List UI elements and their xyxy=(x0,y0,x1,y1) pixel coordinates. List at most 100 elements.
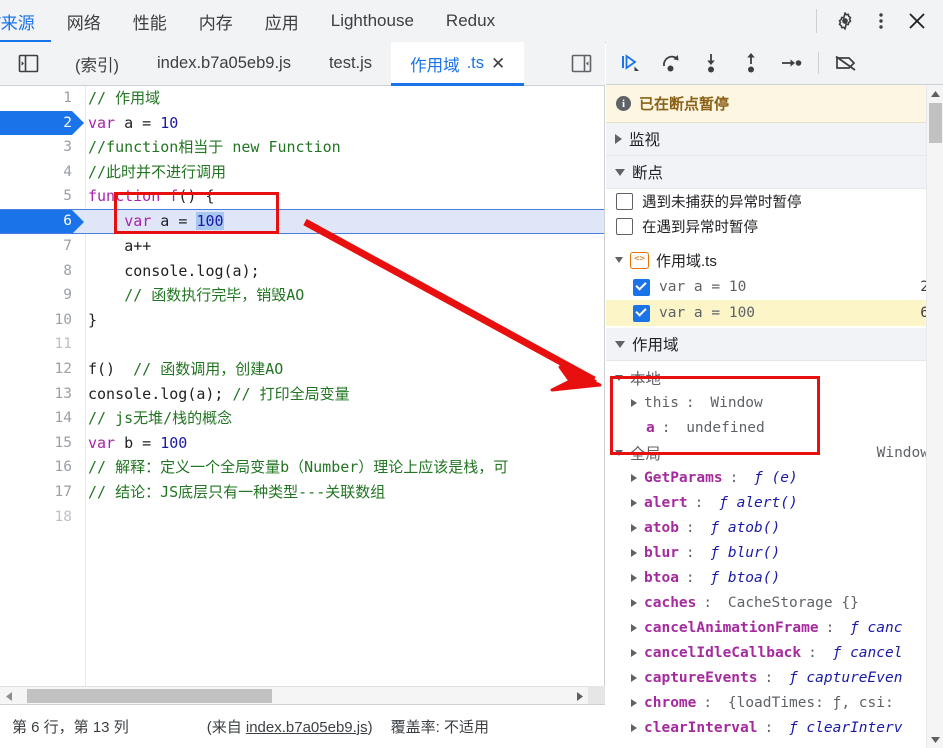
code-line[interactable]: 16 // 解释：定义一个全局变量b（Number）理论上应该是栈，可 xyxy=(0,455,604,480)
line-number[interactable]: 17 xyxy=(0,480,72,505)
global-property-row[interactable]: btoa: ƒ btoa() xyxy=(606,565,943,590)
panel-tab-sources[interactable]: /来源 xyxy=(0,0,51,43)
breakpoint-marker[interactable]: 6 xyxy=(0,209,84,234)
breakpoint-checkbox[interactable] xyxy=(633,304,650,322)
file-tab-testjs[interactable]: test.js xyxy=(310,42,391,85)
scope-entry-a[interactable]: a: undefined xyxy=(606,415,943,440)
line-number[interactable]: 11 xyxy=(0,332,72,357)
line-number[interactable]: 1 xyxy=(0,86,72,111)
global-property-row[interactable]: chrome: {loadTimes: ƒ, csi: xyxy=(606,690,943,715)
pause-exceptions-checkbox[interactable] xyxy=(616,218,633,235)
gear-icon[interactable] xyxy=(829,5,861,37)
panel-tab-redux[interactable]: Redux xyxy=(430,0,511,42)
line-number[interactable]: 4 xyxy=(0,160,72,185)
code-line[interactable]: 12 f() // 函数调用，创建AO xyxy=(0,357,604,382)
global-property-row[interactable]: caches: CacheStorage {} xyxy=(606,590,943,615)
code-line[interactable]: 6 var a = 100 xyxy=(0,208,604,234)
breakpoint-marker[interactable]: 2 xyxy=(0,110,84,136)
code-line[interactable]: 9 // 函数执行完毕，销毁AO xyxy=(0,283,604,308)
global-property-row[interactable]: GetParams: ƒ (e) xyxy=(606,465,943,490)
breakpoint-row[interactable]: var a = 10 2 xyxy=(606,274,943,300)
line-number[interactable]: 9 xyxy=(0,283,72,308)
code-line[interactable]: 8 console.log(a); xyxy=(0,259,604,284)
watch-section-header[interactable]: 监视 xyxy=(606,123,943,156)
property-key: clearInterval xyxy=(644,719,758,736)
code-line[interactable]: 7 a++ xyxy=(0,234,604,259)
code-line[interactable]: 4 //此时并不进行调用 xyxy=(0,160,604,185)
show-debugger-icon[interactable] xyxy=(562,52,600,75)
code-line[interactable]: 17 // 结论：JS底层只有一种类型---关联数组 xyxy=(0,480,604,505)
code-line[interactable]: 18 xyxy=(0,505,604,530)
code-line[interactable]: 15 var b = 100 xyxy=(0,431,604,456)
line-number[interactable]: 3 xyxy=(0,135,72,160)
code-editor[interactable]: 1// 作用域 2 var a = 10 3//function相当于 new Fun… xyxy=(0,86,605,686)
debugger-vertical-scrollbar[interactable] xyxy=(926,85,943,748)
pause-uncaught-exceptions-row[interactable]: 遇到未捕获的异常时暂停 xyxy=(606,189,943,214)
global-property-row[interactable]: blur: ƒ blur() xyxy=(606,540,943,565)
code-line[interactable]: 10} xyxy=(0,308,604,333)
file-tab-index[interactable]: (索引) xyxy=(56,42,138,85)
scope-section-header[interactable]: 作用域 xyxy=(606,328,943,361)
global-property-row[interactable]: alert: ƒ alert() xyxy=(606,490,943,515)
local-scope-header[interactable]: 本地 xyxy=(606,365,943,390)
scroll-up-arrow[interactable] xyxy=(927,85,943,102)
property-separator: : xyxy=(685,569,704,586)
code-line[interactable]: 11 xyxy=(0,332,604,357)
deactivate-breakpoints-button[interactable] xyxy=(829,47,863,79)
close-icon[interactable] xyxy=(901,5,933,37)
line-number[interactable]: 5 xyxy=(0,184,72,209)
breakpoints-section-header[interactable]: 断点 xyxy=(606,156,943,189)
pause-exceptions-row[interactable]: 在遇到异常时暂停 xyxy=(606,214,943,239)
breakpoint-checkbox[interactable] xyxy=(633,278,650,296)
panel-tab-lighthouse[interactable]: Lighthouse xyxy=(315,0,430,42)
scrollbar-thumb[interactable] xyxy=(27,689,272,703)
close-icon[interactable]: ✕ xyxy=(491,55,505,72)
breakpoint-row[interactable]: var a = 100 6 xyxy=(606,300,943,326)
panel-tab-memory[interactable]: 内存 xyxy=(183,0,249,42)
line-number[interactable]: 13 xyxy=(0,382,72,407)
line-number[interactable]: 7 xyxy=(0,234,72,259)
line-number[interactable]: 14 xyxy=(0,406,72,431)
file-tab-index-bundle[interactable]: index.b7a05eb9.js xyxy=(138,42,310,85)
code-line[interactable]: 5 function f() { xyxy=(0,184,604,209)
panel-tab-performance[interactable]: 性能 xyxy=(117,0,183,42)
scrollbar-thumb[interactable] xyxy=(929,103,942,143)
line-number[interactable]: 16 xyxy=(0,455,72,480)
code-line[interactable]: 3 //function相当于 new Function xyxy=(0,135,604,160)
step-over-button[interactable] xyxy=(654,47,688,79)
code-line[interactable]: 1 // 作用域 xyxy=(0,86,604,111)
code-line[interactable]: 2 var a = 10 xyxy=(0,110,604,136)
code-line[interactable]: 13 console.log(a); // 打印全局变量 xyxy=(0,382,604,407)
panel-tab-network[interactable]: 网络 xyxy=(51,0,117,42)
property-separator: : xyxy=(685,544,704,561)
line-number[interactable]: 10 xyxy=(0,308,72,333)
line-number[interactable]: 15 xyxy=(0,431,72,456)
global-property-row[interactable]: clearInterval: ƒ clearInterv xyxy=(606,715,943,740)
kebab-menu-icon[interactable] xyxy=(865,5,897,37)
scope-entry-this[interactable]: this: Window xyxy=(606,390,943,415)
line-number[interactable]: 12 xyxy=(0,357,72,382)
step-button[interactable] xyxy=(774,47,808,79)
scroll-left-arrow[interactable] xyxy=(0,687,17,705)
global-property-row[interactable]: atob: ƒ atob() xyxy=(606,515,943,540)
show-navigator-icon[interactable] xyxy=(0,42,56,85)
step-out-button[interactable] xyxy=(734,47,768,79)
origin-link[interactable]: index.b7a05eb9.js xyxy=(246,719,368,736)
global-property-row[interactable]: captureEvents: ƒ captureEven xyxy=(606,665,943,690)
editor-horizontal-scrollbar[interactable] xyxy=(0,686,588,704)
panel-tab-application[interactable]: 应用 xyxy=(249,0,315,42)
scroll-down-arrow[interactable] xyxy=(927,731,943,748)
resume-button[interactable] xyxy=(614,47,648,79)
breakpoint-file-group[interactable]: <> 作用域.ts xyxy=(606,246,943,274)
global-scope-header[interactable]: 全局 Window xyxy=(606,440,943,465)
scroll-right-arrow[interactable] xyxy=(571,687,588,705)
pause-uncaught-exceptions-checkbox[interactable] xyxy=(616,193,633,210)
global-property-row[interactable]: cancelAnimationFrame: ƒ canc xyxy=(606,615,943,640)
code-line-text: // 结论：JS底层只有一种类型---关联数组 xyxy=(88,480,385,505)
global-property-row[interactable]: cancelIdleCallback: ƒ cancel xyxy=(606,640,943,665)
step-into-button[interactable] xyxy=(694,47,728,79)
line-number[interactable]: 18 xyxy=(0,505,72,530)
file-tab-scope-ts[interactable]: 作用域 .ts ✕ xyxy=(391,42,525,86)
code-line[interactable]: 14 // js无堆/栈的概念 xyxy=(0,406,604,431)
line-number[interactable]: 8 xyxy=(0,259,72,284)
